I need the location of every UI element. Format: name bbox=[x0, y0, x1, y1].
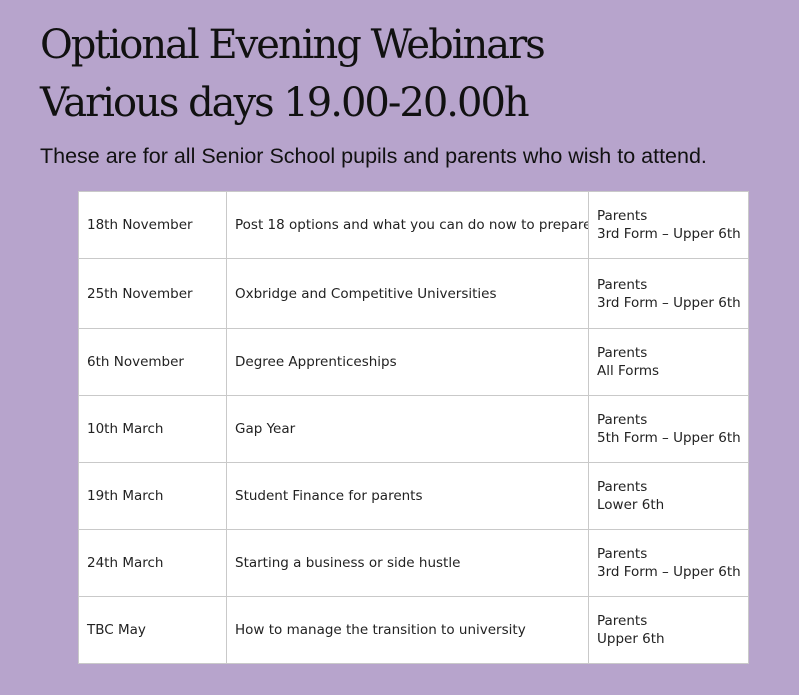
table-row: 18th November Post 18 options and what y… bbox=[78, 191, 749, 259]
audience-cell: Parents 3rd Form – Upper 6th bbox=[588, 529, 749, 597]
topic-cell: Degree Apprenticeships bbox=[226, 328, 589, 396]
topic-cell: Gap Year bbox=[226, 395, 589, 463]
topic-cell: Oxbridge and Competitive Universities bbox=[226, 258, 589, 329]
webinar-schedule-table: 18th November Post 18 options and what y… bbox=[78, 191, 749, 664]
topic-cell: Student Finance for parents bbox=[226, 462, 589, 530]
topic-cell: How to manage the transition to universi… bbox=[226, 596, 589, 664]
date-cell: 25th November bbox=[78, 258, 227, 329]
table-row: 10th March Gap Year Parents 5th Form – U… bbox=[78, 395, 749, 463]
date-cell: 18th November bbox=[78, 191, 227, 259]
forms-label: All Forms bbox=[597, 363, 660, 379]
table-row: 25th November Oxbridge and Competitive U… bbox=[78, 258, 749, 329]
forms-label: 3rd Form – Upper 6th bbox=[597, 564, 741, 580]
audience-label: Parents bbox=[597, 276, 648, 293]
audience-label: Parents bbox=[597, 412, 648, 428]
forms-label: 5th Form – Upper 6th bbox=[597, 430, 741, 446]
audience-label: Parents bbox=[597, 208, 648, 224]
date-cell: 19th March bbox=[78, 462, 227, 530]
audience-cell: Parents Upper 6th bbox=[588, 596, 749, 664]
page-title-line-2: Various days 19.00-20.00h bbox=[40, 80, 530, 126]
audience-cell: Parents All Forms bbox=[588, 328, 749, 396]
table-row: 19th March Student Finance for parents P… bbox=[78, 462, 749, 530]
table-row: TBC May How to manage the transition to … bbox=[78, 596, 749, 664]
page-title-line-1: Optional Evening Webinars bbox=[40, 22, 546, 68]
date-cell: TBC May bbox=[78, 596, 227, 664]
table-row: 24th March Starting a business or side h… bbox=[78, 529, 749, 597]
date-cell: 24th March bbox=[78, 529, 227, 597]
table-row: 6th November Degree Apprenticeships Pare… bbox=[78, 328, 749, 396]
date-cell: 6th November bbox=[78, 328, 227, 396]
audience-cell: Parents 3rd Form – Upper 6th bbox=[588, 258, 749, 329]
audience-cell: Parents Lower 6th bbox=[588, 462, 749, 530]
audience-label: Parents bbox=[597, 345, 648, 361]
audience-label: Parents bbox=[597, 479, 648, 495]
date-cell: 10th March bbox=[78, 395, 227, 463]
audience-label: Parents bbox=[597, 613, 648, 629]
forms-label: Lower 6th bbox=[597, 497, 665, 513]
forms-label: Upper 6th bbox=[597, 631, 665, 647]
forms-label: 3rd Form – Upper 6th bbox=[597, 294, 741, 311]
audience-label: Parents bbox=[597, 546, 648, 562]
audience-cell: Parents 5th Form – Upper 6th bbox=[588, 395, 749, 463]
topic-cell: Starting a business or side hustle bbox=[226, 529, 589, 597]
page-subtitle: These are for all Senior School pupils a… bbox=[40, 144, 707, 168]
forms-label: 3rd Form – Upper 6th bbox=[597, 226, 741, 242]
audience-cell: Parents 3rd Form – Upper 6th bbox=[588, 191, 749, 259]
topic-cell: Post 18 options and what you can do now … bbox=[226, 191, 589, 259]
